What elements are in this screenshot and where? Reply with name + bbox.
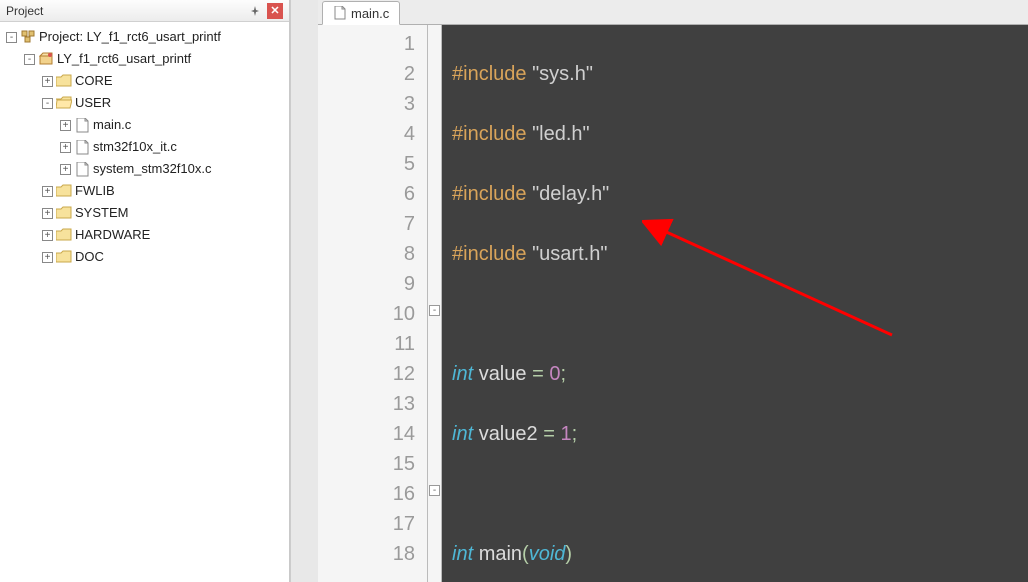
panel-header: Project ✕ [0,0,289,22]
line-number: 1 [318,29,415,59]
line-number: 15 [318,449,415,479]
close-icon[interactable]: ✕ [267,3,283,19]
tab-bar[interactable]: main.c [318,0,1028,25]
folder-icon [56,73,72,89]
target-label: LY_f1_rct6_usart_printf [57,48,191,70]
expand-icon[interactable]: - [6,32,17,43]
side-tab-strip[interactable] [290,0,318,582]
file-sys[interactable]: + system_stm32f10x.c [58,158,289,180]
line-number: 13 [318,389,415,419]
tab-label: main.c [351,6,389,21]
cfile-icon [74,161,90,177]
line-number: 18 [318,539,415,569]
code-editor[interactable]: 1 2 3 4 5 6 7 8 9 10 11 12 13 14 15 16 1… [318,25,1028,582]
line-number: 8 [318,239,415,269]
file-label: system_stm32f10x.c [93,158,212,180]
expand-icon[interactable]: + [42,252,53,263]
file-it[interactable]: + stm32f10x_it.c [58,136,289,158]
folder-icon [56,183,72,199]
group-label: HARDWARE [75,224,150,246]
line-number: 10 [318,299,415,329]
fold-icon[interactable]: - [429,305,440,316]
folder-open-icon [56,95,72,111]
group-fwlib[interactable]: + FWLIB [40,180,289,202]
group-label: DOC [75,246,104,268]
line-number: 14 [318,419,415,449]
fold-gutter[interactable]: - - [428,25,442,582]
project-tree[interactable]: - Project: LY_f1_rct6_usart_printf - [0,22,289,582]
workspace-icon [20,29,36,45]
expand-icon[interactable]: - [24,54,35,65]
group-user[interactable]: - USER [40,92,289,114]
line-number: 5 [318,149,415,179]
group-doc[interactable]: + DOC [40,246,289,268]
workspace-label: Project: LY_f1_rct6_usart_printf [39,26,221,48]
line-number: 4 [318,119,415,149]
group-system[interactable]: + SYSTEM [40,202,289,224]
line-number: 16 [318,479,415,509]
line-number: 11 [318,329,415,359]
expand-icon[interactable]: - [42,98,53,109]
expand-icon[interactable]: + [42,230,53,241]
line-number: 3 [318,89,415,119]
expand-icon[interactable]: + [42,186,53,197]
file-label: stm32f10x_it.c [93,136,177,158]
panel-title: Project [6,4,43,18]
code-content[interactable]: #include "sys.h" #include "led.h" #inclu… [442,25,1028,582]
expand-icon[interactable]: + [60,120,71,131]
group-label: USER [75,92,111,114]
group-label: CORE [75,70,113,92]
file-main[interactable]: + main.c [58,114,289,136]
line-gutter: 1 2 3 4 5 6 7 8 9 10 11 12 13 14 15 16 1… [318,25,428,582]
expand-icon[interactable]: + [60,164,71,175]
tab-main-c[interactable]: main.c [322,1,400,25]
cfile-icon [74,139,90,155]
group-label: FWLIB [75,180,115,202]
line-number: 12 [318,359,415,389]
line-number: 7 [318,209,415,239]
project-panel: Project ✕ - Project: LY_f1_rct6_usart_pr… [0,0,290,582]
cfile-icon [333,6,347,20]
fold-icon[interactable]: - [429,485,440,496]
workspace-node[interactable]: - Project: LY_f1_rct6_usart_printf [4,26,289,48]
pin-icon[interactable] [247,3,263,19]
line-number: 6 [318,179,415,209]
group-label: SYSTEM [75,202,128,224]
folder-icon [56,205,72,221]
line-number: 17 [318,509,415,539]
target-node[interactable]: - LY_f1_rct6_usart_printf [22,48,289,70]
folder-icon [56,227,72,243]
editor-area: main.c 1 2 3 4 5 6 7 8 9 10 11 12 13 14 … [318,0,1028,582]
target-icon [38,51,54,67]
expand-icon[interactable]: + [60,142,71,153]
line-number: 2 [318,59,415,89]
group-core[interactable]: + CORE [40,70,289,92]
cfile-icon [74,117,90,133]
line-number: 9 [318,269,415,299]
folder-icon [56,249,72,265]
expand-icon[interactable]: + [42,208,53,219]
file-label: main.c [93,114,131,136]
group-hardware[interactable]: + HARDWARE [40,224,289,246]
expand-icon[interactable]: + [42,76,53,87]
